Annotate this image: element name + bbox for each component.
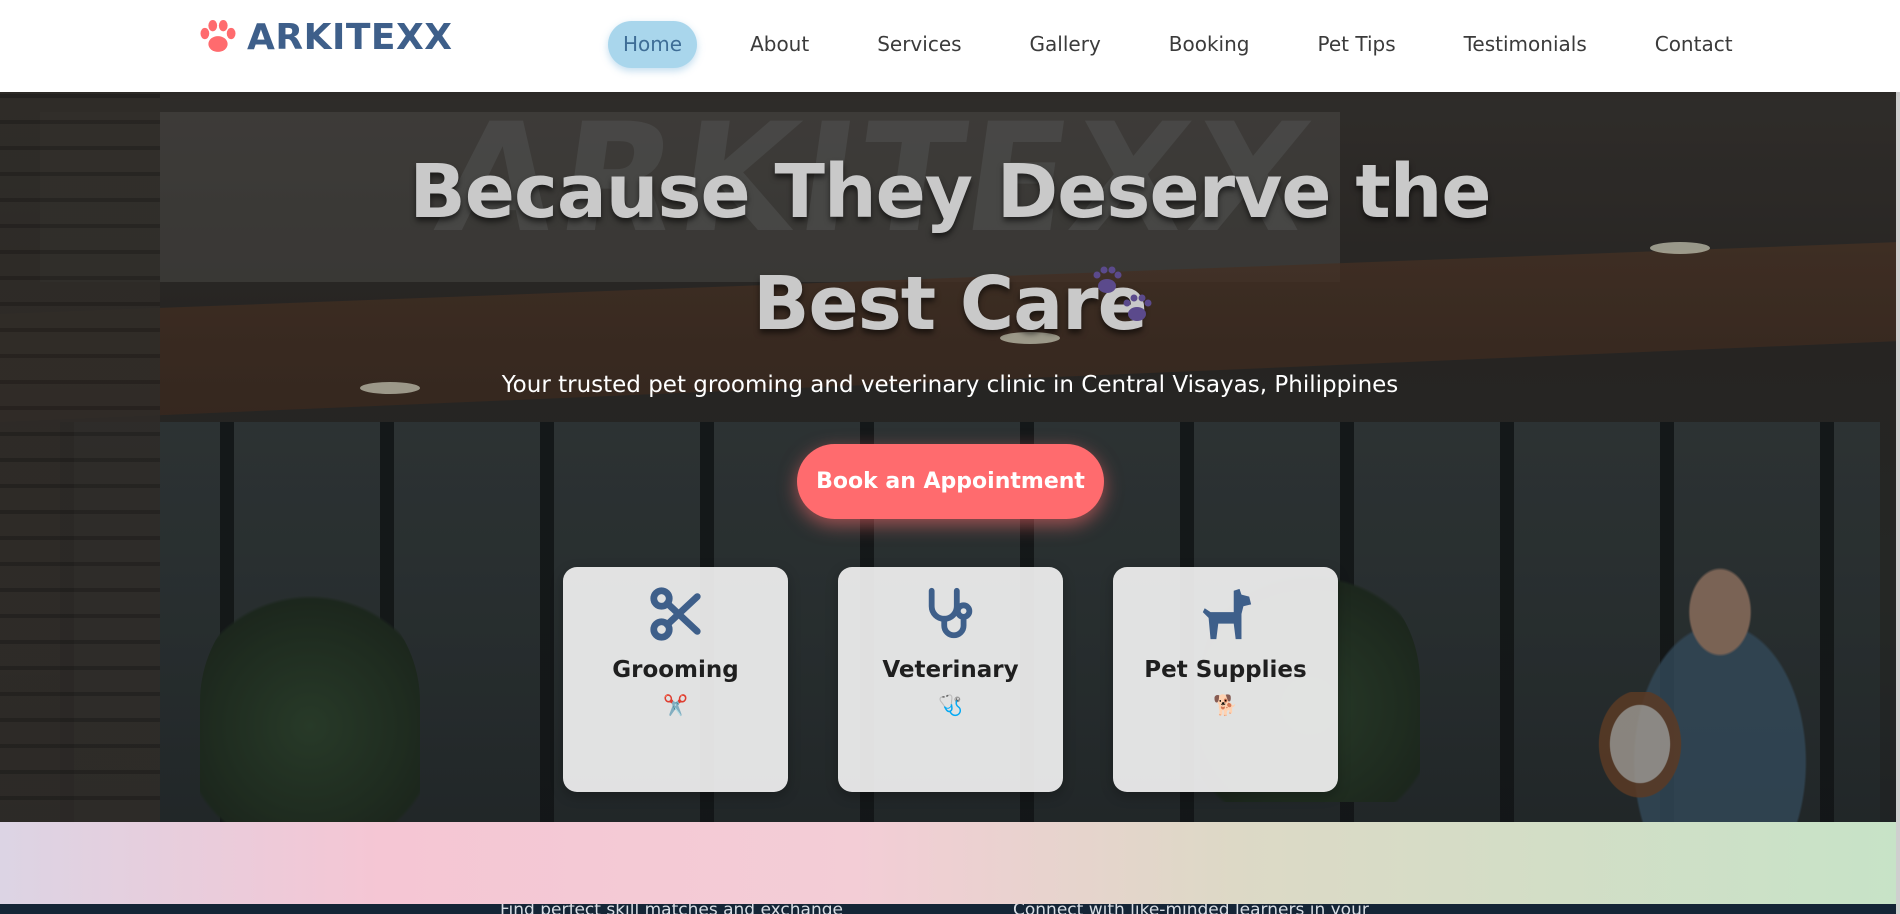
nav-about[interactable]: About <box>735 21 824 68</box>
stethoscope-icon <box>928 587 972 639</box>
feature-text-right: Connect with like-minded learners in you… <box>1013 904 1369 914</box>
hero-title-line1: Because They Deserve the <box>409 149 1491 235</box>
dog-emoji-icon: 🐕 <box>1213 693 1238 717</box>
feature-text-left: Find perfect skill matches and exchange <box>500 904 843 914</box>
nav-services[interactable]: Services <box>862 21 976 68</box>
next-section-preview: Find perfect skill matches and exchange … <box>0 904 1900 914</box>
dog-icon <box>1202 588 1251 640</box>
service-card-grooming[interactable]: Grooming ✂️ <box>563 567 788 792</box>
book-appointment-button[interactable]: Book an Appointment <box>797 444 1104 519</box>
nav-testimonials[interactable]: Testimonials <box>1449 21 1602 68</box>
hero-section: ARKITEXX Because They Deserve the Best C… <box>0 92 1900 822</box>
paw-prints-icon <box>1093 266 1152 321</box>
stethoscope-emoji-icon: 🩺 <box>938 693 963 717</box>
scissors-icon <box>649 587 701 641</box>
service-cards: Grooming ✂️ Veterinary 🩺 Pet Supplies 🐕 <box>563 567 1338 792</box>
scissors-emoji-icon: ✂️ <box>663 693 688 717</box>
brand-logo[interactable]: ARKITEXX <box>197 16 453 58</box>
brand-name: ARKITEXX <box>247 16 453 58</box>
nav-pet-tips[interactable]: Pet Tips <box>1302 21 1410 68</box>
main-nav: Home About Services Gallery Booking Pet … <box>608 21 1748 68</box>
nav-booking[interactable]: Booking <box>1154 21 1265 68</box>
paw-logo-icon <box>200 19 236 52</box>
service-card-veterinary[interactable]: Veterinary 🩺 <box>838 567 1063 792</box>
card-title: Grooming <box>612 657 739 683</box>
site-header: ARKITEXX Home About Services Gallery Boo… <box>0 0 1900 92</box>
service-card-pet-supplies[interactable]: Pet Supplies 🐕 <box>1113 567 1338 792</box>
nav-contact[interactable]: Contact <box>1640 21 1748 68</box>
hero-subtitle: Your trusted pet grooming and veterinary… <box>501 372 1399 398</box>
hero-title: Because They Deserve the Best Care <box>300 136 1600 360</box>
card-title: Pet Supplies <box>1144 657 1307 683</box>
card-title: Veterinary <box>882 657 1019 683</box>
section-divider-band <box>0 822 1900 904</box>
page-scrollbar[interactable] <box>1896 0 1900 914</box>
nav-home[interactable]: Home <box>608 21 698 68</box>
nav-gallery[interactable]: Gallery <box>1015 21 1116 68</box>
